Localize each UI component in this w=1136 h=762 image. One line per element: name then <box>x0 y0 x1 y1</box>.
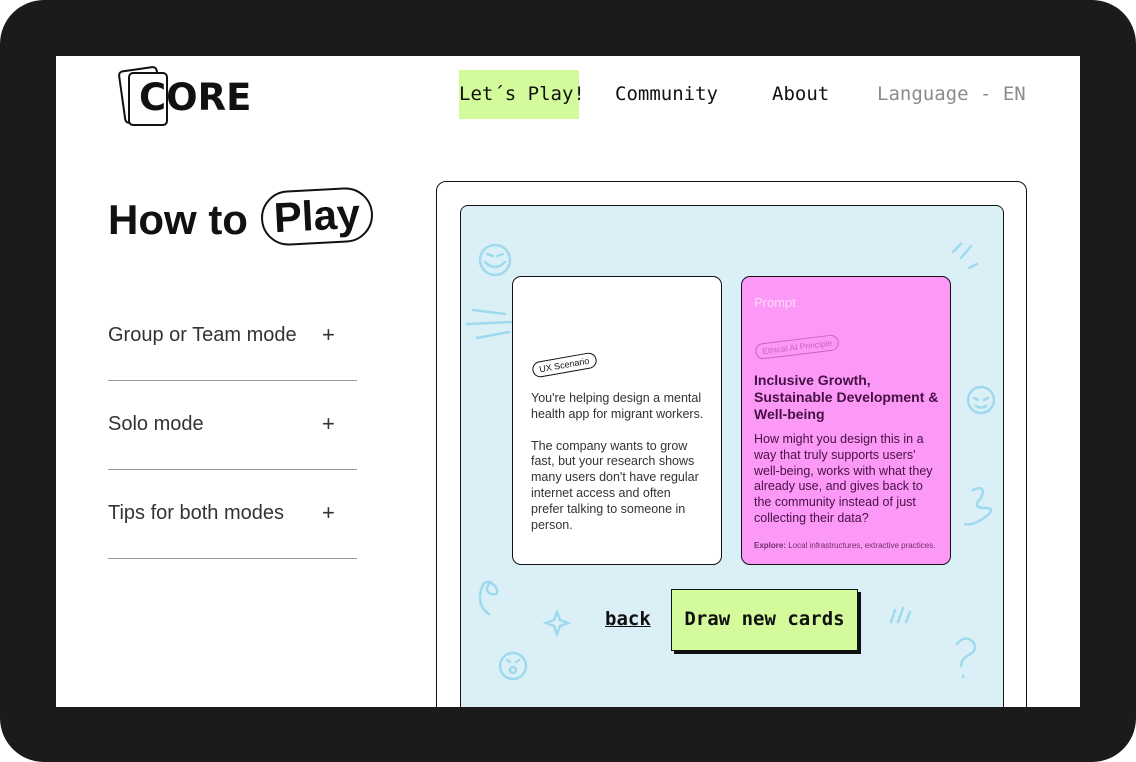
accordion-label: Group or Team mode <box>108 324 297 346</box>
plus-icon[interactable]: + <box>322 324 335 346</box>
back-link[interactable]: back <box>605 608 651 630</box>
plus-icon[interactable]: + <box>322 502 335 524</box>
prompt-card: Prompt Ethical AI Principle Inclusive Gr… <box>741 276 951 565</box>
prompt-explore: Explore: Local infrastructures, extracti… <box>754 541 949 550</box>
mode-accordion: Group or Team mode + Solo mode + Tips fo… <box>108 292 357 559</box>
language-selector[interactable]: Language - EN <box>877 70 1026 119</box>
page-title-pill: Play <box>259 186 375 247</box>
question-mark-icon <box>955 637 977 679</box>
burst-lines-icon <box>465 308 515 340</box>
nav-community[interactable]: Community <box>615 70 718 119</box>
surprised-face-icon <box>498 651 528 681</box>
spiral-icon <box>478 580 499 616</box>
prompt-label: Prompt <box>754 295 796 310</box>
device-bezel: CORE Let´s Play! Community About Languag… <box>0 0 1136 762</box>
game-board: UX Scenario You're helping design a ment… <box>460 205 1004 707</box>
page-title-text: How to <box>108 196 248 243</box>
ux-scenario-tag: UX Scenario <box>531 351 598 379</box>
squiggle-icon <box>963 487 993 526</box>
accordion-item-tips[interactable]: Tips for both modes + <box>108 470 357 559</box>
logo-wordmark: CORE <box>139 76 252 119</box>
exclaim-lines-icon <box>889 606 912 624</box>
prompt-title: Inclusive Growth, Sustainable Developmen… <box>754 372 939 422</box>
ethical-principle-tag: Ethical AI Principle <box>754 333 841 361</box>
nav-lets-play[interactable]: Let´s Play! <box>459 70 585 119</box>
laughing-face-icon <box>478 243 512 277</box>
ux-scenario-paragraph: You're helping design a mental health ap… <box>531 391 704 421</box>
star-sparkle-icon <box>542 608 572 638</box>
accordion-item-solo-mode[interactable]: Solo mode + <box>108 381 357 470</box>
plus-icon[interactable]: + <box>322 413 335 435</box>
sleepy-face-icon <box>966 385 996 415</box>
explore-text: Local infrastructures, extractive practi… <box>788 541 936 550</box>
sparkle-lines-icon <box>951 242 979 270</box>
ux-scenario-text: You're helping design a mental health ap… <box>531 391 706 549</box>
prompt-body: How might you design this in a way that … <box>754 432 933 525</box>
accordion-label: Solo mode <box>108 413 204 435</box>
accordion-label: Tips for both modes <box>108 502 285 524</box>
accordion-item-group-mode[interactable]: Group or Team mode + <box>108 292 357 381</box>
screen: CORE Let´s Play! Community About Languag… <box>56 56 1080 707</box>
nav-about[interactable]: About <box>772 70 829 119</box>
core-logo[interactable]: CORE <box>117 65 258 128</box>
ux-scenario-paragraph: The company wants to grow fast, but your… <box>531 438 699 532</box>
draw-new-cards-button[interactable]: Draw new cards <box>671 589 858 651</box>
ux-scenario-card: UX Scenario You're helping design a ment… <box>512 276 722 565</box>
explore-label: Explore: <box>754 541 787 550</box>
